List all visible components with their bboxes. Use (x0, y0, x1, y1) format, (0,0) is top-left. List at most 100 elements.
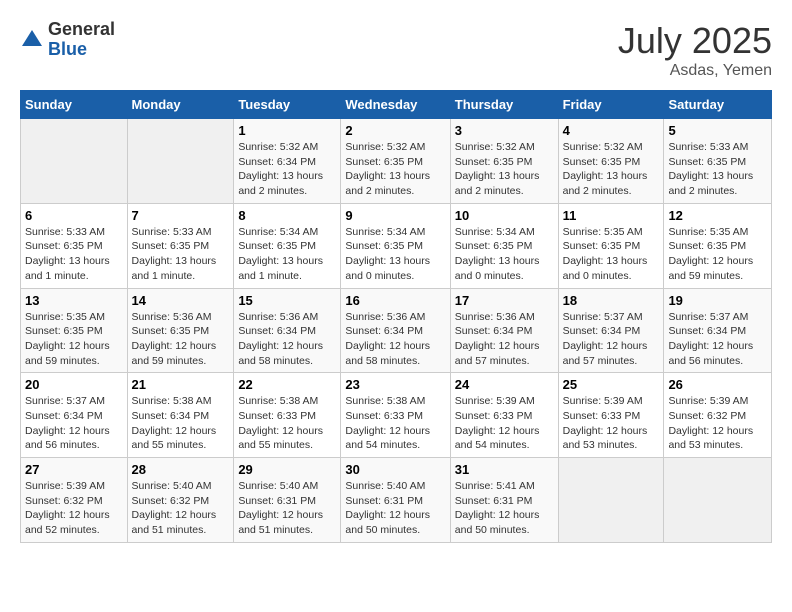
day-number: 8 (238, 208, 336, 223)
week-row-2: 6 Sunrise: 5:33 AMSunset: 6:35 PMDaylight… (21, 203, 772, 288)
logo-blue: Blue (48, 40, 115, 60)
day-number: 18 (563, 293, 660, 308)
header-cell-monday: Monday (127, 91, 234, 119)
cell-info: Sunrise: 5:38 AMSunset: 6:33 PMDaylight:… (345, 394, 445, 453)
week-row-4: 20Sunrise: 5:37 AMSunset: 6:34 PMDayligh… (21, 373, 772, 458)
calendar-cell: 17 Sunrise: 5:36 AMSunset: 6:34 PMDayligh… (450, 288, 558, 373)
day-number: 26 (668, 377, 767, 392)
cell-info: Sunrise: 5:36 AMSunset: 6:34 PMDaylight:… (238, 310, 336, 369)
day-number: 14 (132, 293, 230, 308)
day-number: 24 (455, 377, 554, 392)
day-number: 5 (668, 123, 767, 138)
cell-info: Sunrise: 5:32 AMSunset: 6:35 PMDaylight:… (563, 140, 660, 199)
cell-info: Sunrise: 5:32 AMSunset: 6:34 PMDaylight:… (238, 140, 336, 199)
cell-info: Sunrise: 5:32 AMSunset: 6:35 PMDaylight:… (455, 140, 554, 199)
calendar-cell: 22 Sunrise: 5:38 AMSunset: 6:33 PMDayligh… (234, 373, 341, 458)
calendar-cell: 28Sunrise: 5:40 AMSunset: 6:32 PMDayligh… (127, 458, 234, 543)
week-row-3: 13 Sunrise: 5:35 AMSunset: 6:35 PMDayligh… (21, 288, 772, 373)
page-header: General Blue July 2025 Asdas, Yemen (20, 20, 772, 80)
day-number: 19 (668, 293, 767, 308)
calendar-header: SundayMondayTuesdayWednesdayThursdayFrid… (21, 91, 772, 119)
day-number: 21 (132, 377, 230, 392)
day-number: 16 (345, 293, 445, 308)
cell-info: Sunrise: 5:40 AMSunset: 6:31 PMDaylight:… (345, 479, 445, 538)
cell-info: Sunrise: 5:38 AMSunset: 6:34 PMDaylight:… (132, 394, 230, 453)
cell-info: Sunrise: 5:40 AMSunset: 6:32 PMDaylight:… (132, 479, 230, 538)
logo-icon (20, 28, 44, 52)
cell-info: Sunrise: 5:35 AMSunset: 6:35 PMDaylight:… (25, 310, 123, 369)
calendar-cell: 2Sunrise: 5:32 AMSunset: 6:35 PMDaylight… (341, 119, 450, 204)
calendar-cell: 13 Sunrise: 5:35 AMSunset: 6:35 PMDayligh… (21, 288, 128, 373)
cell-info: Sunrise: 5:37 AMSunset: 6:34 PMDaylight:… (668, 310, 767, 369)
calendar-cell: 3 Sunrise: 5:32 AMSunset: 6:35 PMDaylight… (450, 119, 558, 204)
logo-text: General Blue (48, 20, 115, 60)
day-number: 15 (238, 293, 336, 308)
header-cell-tuesday: Tuesday (234, 91, 341, 119)
calendar-cell: 20Sunrise: 5:37 AMSunset: 6:34 PMDayligh… (21, 373, 128, 458)
calendar-cell: 16 Sunrise: 5:36 AMSunset: 6:34 PMDayligh… (341, 288, 450, 373)
calendar-cell: 8Sunrise: 5:34 AMSunset: 6:35 PMDaylight… (234, 203, 341, 288)
cell-info: Sunrise: 5:38 AMSunset: 6:33 PMDaylight:… (238, 394, 336, 453)
calendar-cell: 7Sunrise: 5:33 AMSunset: 6:35 PMDaylight… (127, 203, 234, 288)
cell-info: Sunrise: 5:36 AMSunset: 6:34 PMDaylight:… (345, 310, 445, 369)
header-row: SundayMondayTuesdayWednesdayThursdayFrid… (21, 91, 772, 119)
logo-general: General (48, 20, 115, 40)
calendar-cell: 18 Sunrise: 5:37 AMSunset: 6:34 PMDayligh… (558, 288, 664, 373)
cell-info: Sunrise: 5:32 AMSunset: 6:35 PMDaylight:… (345, 140, 445, 199)
day-number: 22 (238, 377, 336, 392)
calendar-cell: 11Sunrise: 5:35 AMSunset: 6:35 PMDayligh… (558, 203, 664, 288)
cell-info: Sunrise: 5:35 AMSunset: 6:35 PMDaylight:… (563, 225, 660, 284)
calendar-cell: 27 Sunrise: 5:39 AMSunset: 6:32 PMDayligh… (21, 458, 128, 543)
calendar-cell: 31 Sunrise: 5:41 AMSunset: 6:31 PMDayligh… (450, 458, 558, 543)
cell-info: Sunrise: 5:33 AMSunset: 6:35 PMDaylight:… (668, 140, 767, 199)
calendar-cell: 1 Sunrise: 5:32 AMSunset: 6:34 PMDaylight… (234, 119, 341, 204)
cell-info: Sunrise: 5:39 AMSunset: 6:32 PMDaylight:… (25, 479, 123, 538)
day-number: 27 (25, 462, 123, 477)
cell-info: Sunrise: 5:36 AMSunset: 6:35 PMDaylight:… (132, 310, 230, 369)
calendar-cell: 9Sunrise: 5:34 AMSunset: 6:35 PMDaylight… (341, 203, 450, 288)
cell-info: Sunrise: 5:33 AMSunset: 6:35 PMDaylight:… (25, 225, 123, 284)
day-number: 3 (455, 123, 554, 138)
header-cell-friday: Friday (558, 91, 664, 119)
day-number: 13 (25, 293, 123, 308)
calendar-cell: 12Sunrise: 5:35 AMSunset: 6:35 PMDayligh… (664, 203, 772, 288)
cell-info: Sunrise: 5:39 AMSunset: 6:33 PMDaylight:… (563, 394, 660, 453)
calendar-cell: 6 Sunrise: 5:33 AMSunset: 6:35 PMDaylight… (21, 203, 128, 288)
cell-info: Sunrise: 5:34 AMSunset: 6:35 PMDaylight:… (455, 225, 554, 284)
day-number: 12 (668, 208, 767, 223)
calendar-cell (21, 119, 128, 204)
calendar-cell: 26 Sunrise: 5:39 AMSunset: 6:32 PMDayligh… (664, 373, 772, 458)
calendar-cell: 21 Sunrise: 5:38 AMSunset: 6:34 PMDayligh… (127, 373, 234, 458)
day-number: 23 (345, 377, 445, 392)
calendar-cell: 23 Sunrise: 5:38 AMSunset: 6:33 PMDayligh… (341, 373, 450, 458)
month-title: July 2025 (618, 20, 772, 62)
week-row-5: 27 Sunrise: 5:39 AMSunset: 6:32 PMDayligh… (21, 458, 772, 543)
day-number: 17 (455, 293, 554, 308)
location: Asdas, Yemen (618, 62, 772, 80)
title-block: July 2025 Asdas, Yemen (618, 20, 772, 80)
cell-info: Sunrise: 5:37 AMSunset: 6:34 PMDaylight:… (563, 310, 660, 369)
calendar-cell: 29Sunrise: 5:40 AMSunset: 6:31 PMDayligh… (234, 458, 341, 543)
cell-info: Sunrise: 5:41 AMSunset: 6:31 PMDaylight:… (455, 479, 554, 538)
cell-info: Sunrise: 5:40 AMSunset: 6:31 PMDaylight:… (238, 479, 336, 538)
calendar-table: SundayMondayTuesdayWednesdayThursdayFrid… (20, 90, 772, 543)
week-row-1: 1 Sunrise: 5:32 AMSunset: 6:34 PMDaylight… (21, 119, 772, 204)
cell-info: Sunrise: 5:36 AMSunset: 6:34 PMDaylight:… (455, 310, 554, 369)
day-number: 1 (238, 123, 336, 138)
day-number: 4 (563, 123, 660, 138)
cell-info: Sunrise: 5:39 AMSunset: 6:33 PMDaylight:… (455, 394, 554, 453)
logo: General Blue (20, 20, 115, 60)
calendar-cell: 5 Sunrise: 5:33 AMSunset: 6:35 PMDaylight… (664, 119, 772, 204)
calendar-cell (127, 119, 234, 204)
day-number: 31 (455, 462, 554, 477)
day-number: 6 (25, 208, 123, 223)
day-number: 20 (25, 377, 123, 392)
calendar-cell: 4 Sunrise: 5:32 AMSunset: 6:35 PMDaylight… (558, 119, 664, 204)
header-cell-saturday: Saturday (664, 91, 772, 119)
calendar-cell: 30 Sunrise: 5:40 AMSunset: 6:31 PMDayligh… (341, 458, 450, 543)
day-number: 10 (455, 208, 554, 223)
calendar-cell: 25 Sunrise: 5:39 AMSunset: 6:33 PMDayligh… (558, 373, 664, 458)
day-number: 25 (563, 377, 660, 392)
day-number: 30 (345, 462, 445, 477)
cell-info: Sunrise: 5:39 AMSunset: 6:32 PMDaylight:… (668, 394, 767, 453)
